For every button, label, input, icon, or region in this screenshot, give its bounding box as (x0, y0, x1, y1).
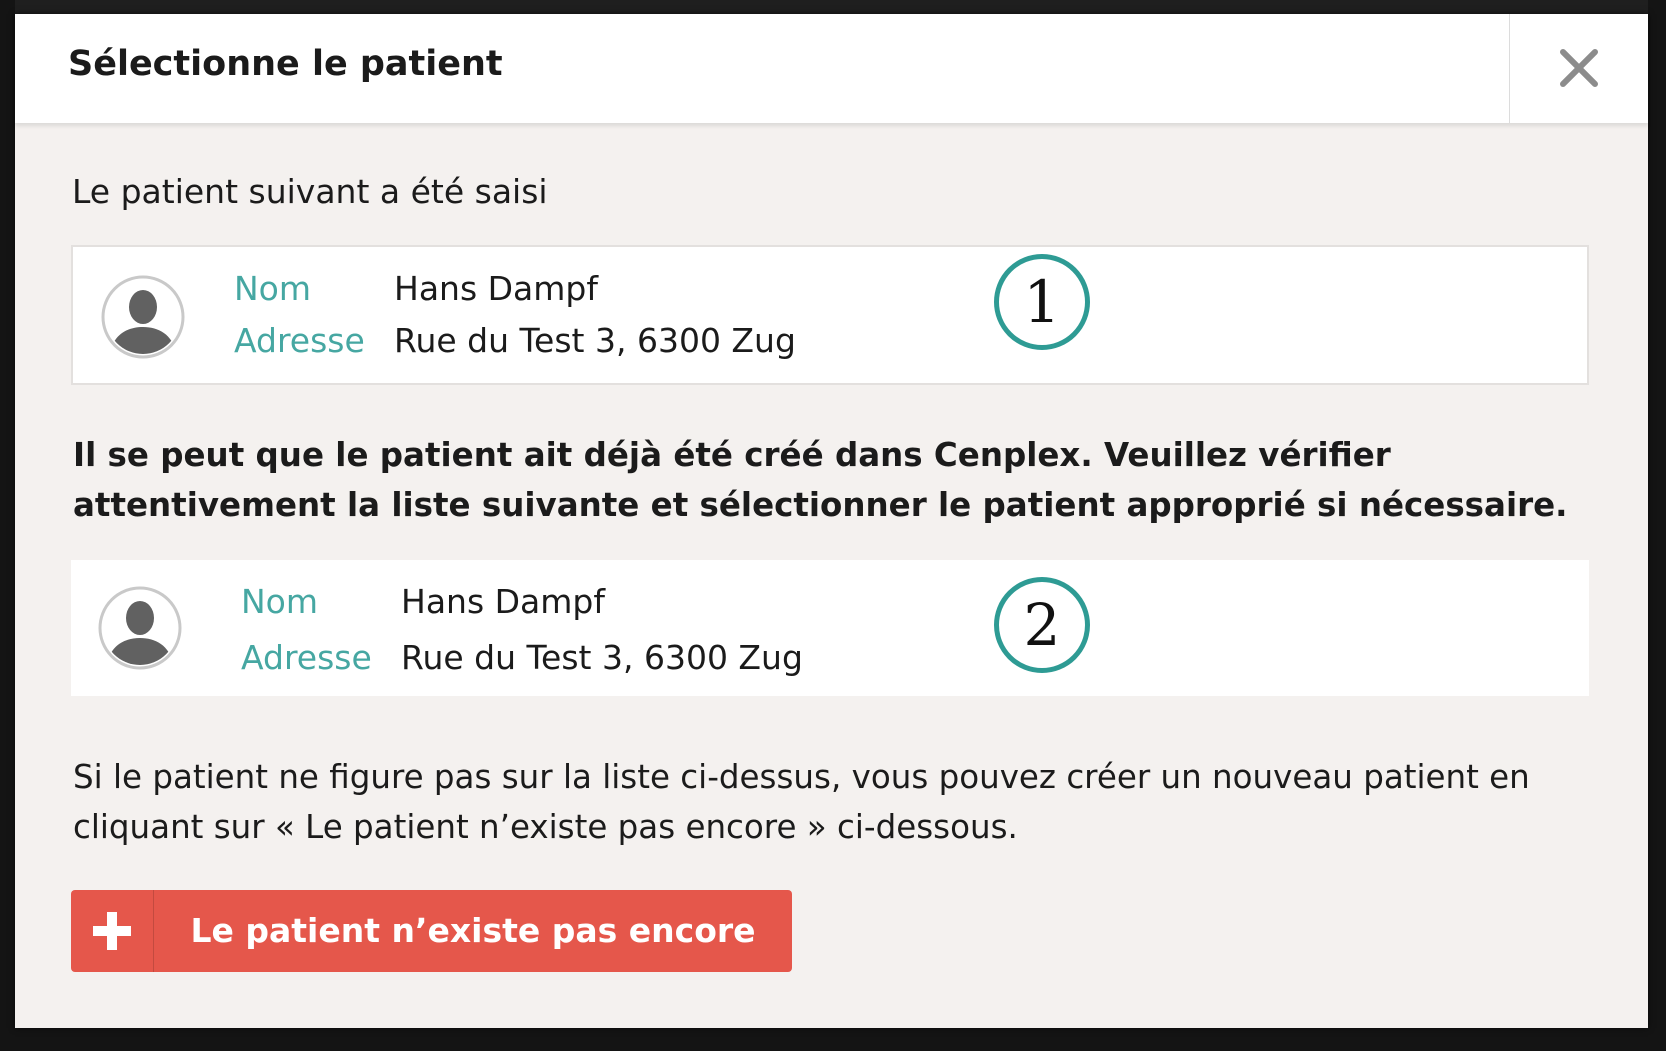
patient-address: Rue du Test 3, 6300 Zug (401, 638, 803, 677)
user-avatar-icon (98, 586, 182, 670)
background-panel-bottom (0, 1028, 1666, 1051)
patient-name: Hans Dampf (394, 269, 598, 308)
matched-patient-card[interactable]: Nom Hans Dampf Adresse Rue du Test 3, 63… (71, 560, 1589, 696)
user-avatar-icon (101, 275, 185, 359)
address-label: Adresse (234, 321, 365, 360)
create-button-label: Le patient n’existe pas encore (190, 911, 756, 950)
background-panel-right (1648, 0, 1666, 1051)
entered-patient-card: Nom Hans Dampf Adresse Rue du Test 3, 63… (71, 245, 1589, 385)
close-button[interactable] (1509, 14, 1648, 123)
address-label: Adresse (241, 638, 372, 677)
duplicate-warning-text: Il se peut que le patient ait déjà été c… (73, 436, 1568, 524)
close-icon (1560, 49, 1598, 87)
callout-marker-2: 2 (994, 577, 1090, 673)
dialog-title: Sélectionne le patient (68, 44, 503, 84)
create-new-patient-button[interactable]: Le patient n’existe pas encore (71, 890, 792, 972)
background-panel-left (0, 0, 15, 1051)
patient-address: Rue du Test 3, 6300 Zug (394, 321, 796, 360)
callout-marker-1: 1 (994, 254, 1090, 350)
plus-icon (93, 890, 154, 972)
name-label: Nom (234, 269, 312, 308)
create-hint-text: Si le patient ne figure pas sur la liste… (73, 758, 1530, 846)
name-label: Nom (241, 582, 319, 621)
patient-name: Hans Dampf (401, 582, 605, 621)
intro-text: Le patient suivant a été saisi (72, 172, 548, 211)
select-patient-dialog: Sélectionne le patient Le patient suivan… (15, 14, 1648, 1028)
dialog-header: Sélectionne le patient (15, 14, 1648, 123)
